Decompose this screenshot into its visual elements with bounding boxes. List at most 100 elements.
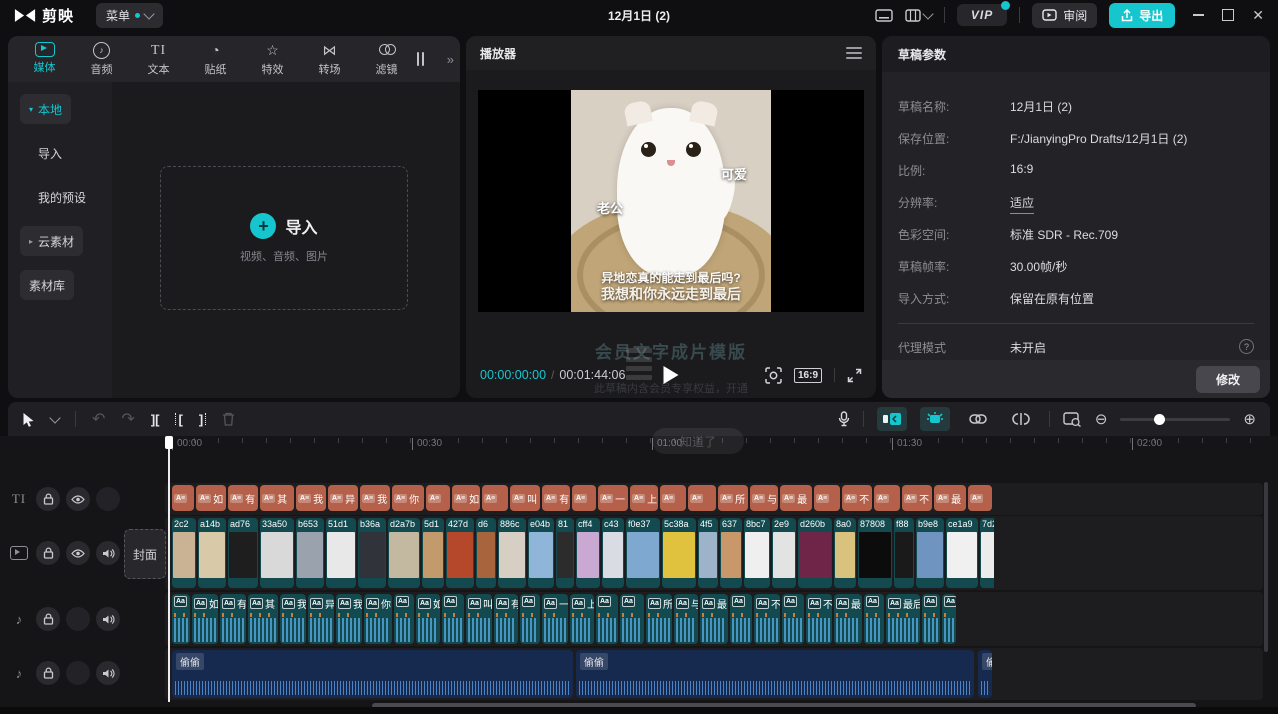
maximize-icon[interactable] xyxy=(1222,9,1234,21)
tab-媒体[interactable]: 媒体 xyxy=(16,42,73,77)
text-clip[interactable]: A≡一 xyxy=(598,485,628,511)
text-clip[interactable]: A≡ xyxy=(688,485,716,511)
audio-clip[interactable]: Aa最 xyxy=(700,594,728,644)
video-clip[interactable]: 886c xyxy=(498,518,526,588)
delete-icon[interactable] xyxy=(222,412,235,426)
zoom-in-icon[interactable]: ⊕ xyxy=(1243,412,1256,427)
review-button[interactable]: 审阅 xyxy=(1032,3,1097,28)
slider-knob[interactable] xyxy=(1154,414,1165,425)
video-clip[interactable]: d260b xyxy=(798,518,832,588)
tab-特效[interactable]: ☆特效 xyxy=(244,42,301,77)
modify-button[interactable]: 修改 xyxy=(1196,366,1260,393)
visibility-icon-placeholder[interactable] xyxy=(66,607,90,631)
cover-button[interactable]: 封面 xyxy=(124,529,166,579)
audio-clip[interactable]: Aa如 xyxy=(192,594,218,644)
video-clip[interactable]: 7d2 xyxy=(980,518,994,588)
audio-clip[interactable]: Aa xyxy=(864,594,884,644)
video-clip[interactable]: 4f5 xyxy=(698,518,718,588)
audio-clip[interactable]: Aa xyxy=(922,594,940,644)
text-clip[interactable]: A≡有 xyxy=(228,485,258,511)
video-clip[interactable]: 637 xyxy=(720,518,742,588)
audio-clip[interactable]: Aa xyxy=(520,594,540,644)
visibility-icon-placeholder[interactable] xyxy=(66,661,90,685)
more-tabs-icon[interactable]: » xyxy=(447,52,454,67)
audio-clip[interactable]: Aa xyxy=(942,594,956,644)
text-clip[interactable]: A≡ xyxy=(482,485,508,511)
audio-clip[interactable]: Aa xyxy=(730,594,752,644)
close-icon[interactable]: ✕ xyxy=(1252,10,1264,20)
video-clip[interactable]: 5d1 xyxy=(422,518,444,588)
video-viewport[interactable]: 可爱 老公 异地恋真的能走到最后吗? 我想和你永远走到最后 xyxy=(478,90,864,312)
tab-adjust-partial[interactable] xyxy=(417,52,431,66)
tab-音频[interactable]: ♪音频 xyxy=(73,42,130,77)
text-clip[interactable]: A≡ xyxy=(426,485,450,511)
linkage-toggle[interactable] xyxy=(963,407,993,431)
text-clip[interactable]: A≡ xyxy=(660,485,686,511)
video-clip[interactable]: b9e8 xyxy=(916,518,944,588)
playhead[interactable] xyxy=(168,436,170,702)
music-clip[interactable]: 偷偷 xyxy=(576,650,974,698)
text-clip[interactable]: A≡有 xyxy=(542,485,570,511)
text-clip[interactable]: A≡ xyxy=(968,485,992,511)
audio-clip[interactable]: Aa与 xyxy=(674,594,698,644)
video-clip[interactable]: 87808 xyxy=(858,518,892,588)
lock-icon[interactable] xyxy=(36,607,60,631)
visibility-icon[interactable] xyxy=(66,541,90,565)
play-button[interactable] xyxy=(664,366,679,384)
text-clip[interactable]: A≡最 xyxy=(934,485,966,511)
speaker-icon[interactable] xyxy=(96,541,120,565)
audio-clip[interactable]: Aa有 xyxy=(494,594,518,644)
text-clip[interactable]: A≡我 xyxy=(360,485,390,511)
audio-clip[interactable]: Aa xyxy=(620,594,644,644)
split-track-toggle[interactable] xyxy=(1006,407,1036,431)
audio-clip[interactable]: Aa xyxy=(172,594,190,644)
text-clip[interactable]: A≡上 xyxy=(630,485,658,511)
audio-clip[interactable]: Aa有 xyxy=(220,594,246,644)
video-clip[interactable]: cff4 xyxy=(576,518,600,588)
video-clip[interactable]: ce1a9 xyxy=(946,518,978,588)
preview-frame-icon[interactable] xyxy=(1063,412,1082,427)
video-clip[interactable]: c43 xyxy=(602,518,624,588)
cursor-mode-chevron[interactable] xyxy=(51,417,59,422)
video-clip[interactable]: d2a7b xyxy=(388,518,420,588)
audio-clip[interactable]: Aa xyxy=(442,594,464,644)
audio-clip[interactable]: Aa不 xyxy=(806,594,832,644)
redo-icon[interactable]: ↷ xyxy=(121,409,134,429)
undo-icon[interactable]: ↶ xyxy=(92,409,105,429)
video-clip[interactable]: b653 xyxy=(296,518,324,588)
text-clip[interactable]: A≡不 xyxy=(902,485,932,511)
vertical-scrollbar[interactable] xyxy=(1264,482,1268,652)
lock-icon[interactable] xyxy=(36,541,60,565)
export-button[interactable]: 导出 xyxy=(1109,3,1175,28)
text-clip[interactable]: A≡ xyxy=(172,485,194,511)
layout-switch-icon[interactable] xyxy=(905,9,932,22)
split-keep-left-icon[interactable]: [ xyxy=(175,412,182,427)
audio-clip[interactable]: Aa xyxy=(596,594,618,644)
select-cursor-button[interactable] xyxy=(22,412,35,427)
text-clip[interactable]: A≡如 xyxy=(452,485,480,511)
text-clip[interactable]: A≡你 xyxy=(392,485,424,511)
audio-clip[interactable]: Aa叫 xyxy=(466,594,492,644)
tab-贴纸[interactable]: ◔贴纸 xyxy=(187,42,244,77)
tab-滤镜[interactable]: 滤镜 xyxy=(358,42,415,77)
sidebar-item-云素材[interactable]: ▸云素材 xyxy=(20,226,83,256)
video-clip[interactable]: a14b xyxy=(198,518,226,588)
video-clip[interactable]: 8a0 xyxy=(834,518,856,588)
zoom-out-icon[interactable]: ⊖ xyxy=(1095,412,1108,427)
video-clip[interactable]: 2e9 xyxy=(772,518,796,588)
text-clip[interactable]: A≡所 xyxy=(718,485,748,511)
record-voice-icon[interactable] xyxy=(838,411,850,427)
text-clip[interactable]: A≡如 xyxy=(196,485,226,511)
audio-clip[interactable]: Aa如 xyxy=(416,594,440,644)
import-dropzone[interactable]: + 导入 视频、音频、图片 xyxy=(160,166,408,310)
audio-clip[interactable]: Aa一 xyxy=(542,594,568,644)
snapshot-icon[interactable] xyxy=(765,367,782,384)
text-clip[interactable]: A≡与 xyxy=(750,485,778,511)
video-clip[interactable]: e04b xyxy=(528,518,554,588)
tab-转场[interactable]: ⋈转场 xyxy=(301,42,358,77)
text-clip[interactable]: A≡ xyxy=(814,485,840,511)
text-clip[interactable]: A≡我 xyxy=(296,485,326,511)
video-clip[interactable]: f0e37 xyxy=(626,518,660,588)
video-clip[interactable]: b36a xyxy=(358,518,386,588)
help-icon[interactable]: ? xyxy=(1239,339,1254,354)
